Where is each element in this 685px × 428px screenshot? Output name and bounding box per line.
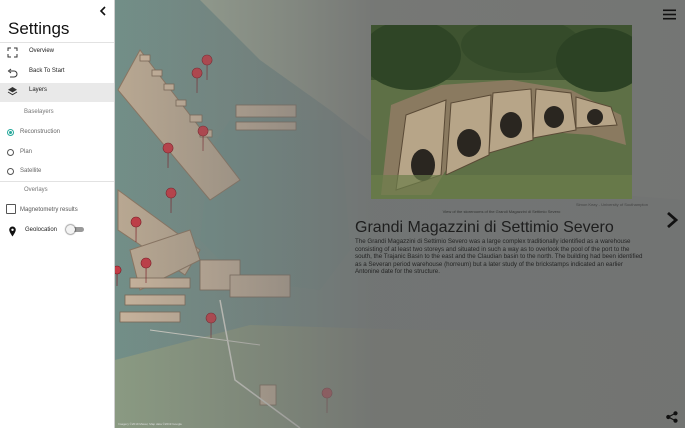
radio-button[interactable]	[7, 129, 14, 136]
overlay-label: Magnetometry results	[20, 207, 78, 213]
sidebar-item-back-to-start[interactable]: Back To Start	[0, 64, 114, 84]
photo-credit: Simon Keay - University of Southampton	[575, 202, 648, 207]
share-icon[interactable]	[666, 410, 678, 423]
radio-button[interactable]	[7, 168, 14, 175]
baselayer-label: Reconstruction	[20, 129, 61, 135]
undo-icon	[7, 68, 18, 78]
location-pin-icon	[9, 226, 16, 237]
geolocation-row: Geolocation	[0, 223, 114, 243]
radio-button[interactable]	[7, 149, 14, 156]
sidebar-item-label: Layers	[29, 87, 48, 93]
sidebar-item-overview[interactable]: Overview	[0, 44, 114, 64]
baselayer-label: Plan	[20, 149, 33, 155]
chevron-left-icon[interactable]	[96, 4, 110, 18]
chevron-right-icon[interactable]	[666, 211, 679, 229]
divider	[0, 181, 114, 182]
map-attribution: Imagery ©2019 Maxar, Map data ©2019 Goog…	[118, 422, 182, 426]
layers-icon	[7, 87, 18, 96]
sidebar-title: Settings	[8, 19, 70, 38]
divider	[0, 42, 114, 43]
fullscreen-icon	[7, 47, 18, 58]
geolocation-toggle-knob[interactable]	[66, 225, 75, 234]
site-photo	[371, 25, 632, 199]
baselayer-option-plan[interactable]: Plan	[0, 145, 114, 165]
hamburger-menu-icon[interactable]	[663, 7, 676, 20]
baselayers-heading: Baselayers	[24, 109, 54, 115]
overlay-option-magnetometry[interactable]: Magnetometry results	[0, 203, 114, 223]
baselayer-label: Satellite	[20, 168, 42, 174]
photo-caption: View of the storerooms of the Grandi Mag…	[442, 209, 561, 214]
settings-sidebar: Settings Overview Back To Start Layers B…	[0, 0, 115, 428]
sidebar-item-label: Back To Start	[29, 68, 65, 74]
info-title: Grandi Magazzini di Settimio Severo	[355, 219, 614, 236]
geolocation-label: Geolocation	[25, 227, 58, 233]
sidebar-item-layers[interactable]: Layers	[0, 83, 114, 102]
overlays-heading: Overlays	[24, 187, 48, 193]
sidebar-item-label: Overview	[29, 48, 55, 54]
info-body: The Grandi Magazzini di Settimio Severo …	[355, 238, 643, 276]
baselayer-option-reconstruction[interactable]: Reconstruction	[0, 125, 114, 145]
